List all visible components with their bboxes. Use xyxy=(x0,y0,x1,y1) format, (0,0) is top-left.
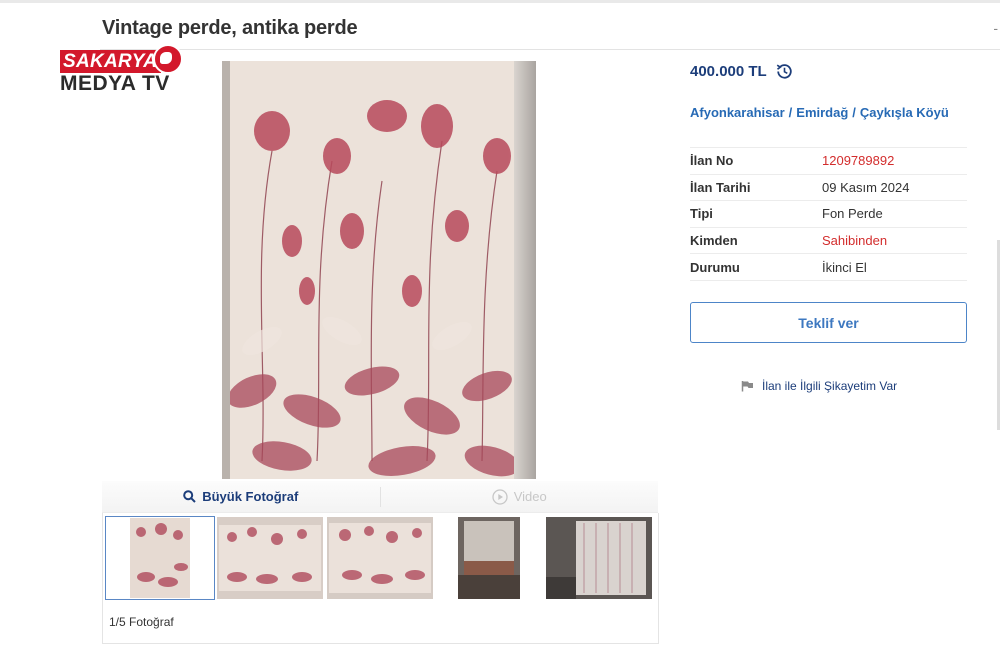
info-value: Sahibinden xyxy=(822,233,888,249)
info-value: Fon Perde xyxy=(822,206,883,222)
history-icon[interactable] xyxy=(775,62,794,81)
info-label: Kimden xyxy=(690,233,738,249)
tab-video[interactable]: Video xyxy=(381,481,659,512)
thumbnail-1-image xyxy=(106,517,214,599)
watermark-top: SAKARYA xyxy=(60,50,162,73)
price: 400.000 TL xyxy=(690,63,767,80)
thumbnail-5-image xyxy=(546,517,652,599)
thumbnail-strip: 1/5 Fotoğraf xyxy=(102,513,659,644)
location-separator: / xyxy=(852,105,856,120)
thumbnail-5[interactable] xyxy=(546,517,652,599)
thumbnail-3[interactable] xyxy=(327,517,433,599)
location-separator: / xyxy=(788,105,793,120)
tab-big-photo[interactable]: Büyük Fotoğraf xyxy=(102,481,380,512)
main-photo[interactable] xyxy=(222,61,536,479)
thumbnail-4[interactable] xyxy=(458,517,520,599)
tab-big-photo-label: Büyük Fotoğraf xyxy=(202,489,299,504)
photo-right-shadow xyxy=(514,61,536,479)
price-row: 400.000 TL xyxy=(690,62,794,81)
title-divider xyxy=(100,49,1000,50)
info-row: Kimden Sahibinden xyxy=(690,228,967,255)
listing-info-table: İlan No 1209789892 İlan Tarihi 09 Kasım … xyxy=(690,147,967,281)
thumbnail-2[interactable] xyxy=(217,517,323,599)
watermark-bottom: MEDYA TV xyxy=(60,72,170,95)
thumbnail-2-image xyxy=(217,517,323,599)
info-label: İlan Tarihi xyxy=(690,179,751,195)
tab-video-label: Video xyxy=(513,489,547,504)
info-value: İkinci El xyxy=(822,259,867,275)
info-row: İlan Tarihi 09 Kasım 2024 xyxy=(690,175,967,202)
info-label: Durumu xyxy=(690,259,740,275)
play-circle-icon xyxy=(492,488,508,505)
photo-counter: 1/5 Fotoğraf xyxy=(109,615,174,629)
flag-icon xyxy=(741,381,753,392)
complaint-label: İlan ile İlgili Şikayetim Var xyxy=(762,379,898,393)
info-row: İlan No 1209789892 xyxy=(690,148,967,175)
listing-title: Vintage perde, antika perde xyxy=(102,17,358,39)
top-border xyxy=(0,0,1000,3)
globe-icon xyxy=(153,44,183,74)
title-extra: - xyxy=(993,20,998,36)
info-label: İlan No xyxy=(690,153,734,169)
search-icon xyxy=(183,490,196,503)
watermark-logo: SAKARYA MEDYA TV xyxy=(60,44,184,100)
photo-left-shadow xyxy=(222,61,230,479)
location-neighborhood[interactable]: Çaykışla Köyü xyxy=(860,105,949,120)
thumbnail-3-image xyxy=(327,517,433,599)
info-label: Tipi xyxy=(690,206,713,222)
info-value: 09 Kasım 2024 xyxy=(822,179,910,195)
info-row: Tipi Fon Perde xyxy=(690,201,967,228)
location-district[interactable]: Emirdağ xyxy=(796,105,848,120)
complaint-link[interactable]: İlan ile İlgili Şikayetim Var xyxy=(741,379,897,393)
info-row: Durumu İkinci El xyxy=(690,254,967,281)
gallery-tabs: Büyük Fotoğraf Video xyxy=(102,481,658,513)
location-breadcrumb: Afyonkarahisar / Emirdağ / Çaykışla Köyü xyxy=(690,105,970,120)
make-offer-button[interactable]: Teklif ver xyxy=(690,302,967,343)
curtain-pattern-image xyxy=(222,61,536,479)
location-city[interactable]: Afyonkarahisar xyxy=(690,105,785,120)
thumbnail-4-image xyxy=(458,517,520,599)
thumbnail-1[interactable] xyxy=(105,516,215,600)
info-value: 1209789892 xyxy=(822,153,895,169)
